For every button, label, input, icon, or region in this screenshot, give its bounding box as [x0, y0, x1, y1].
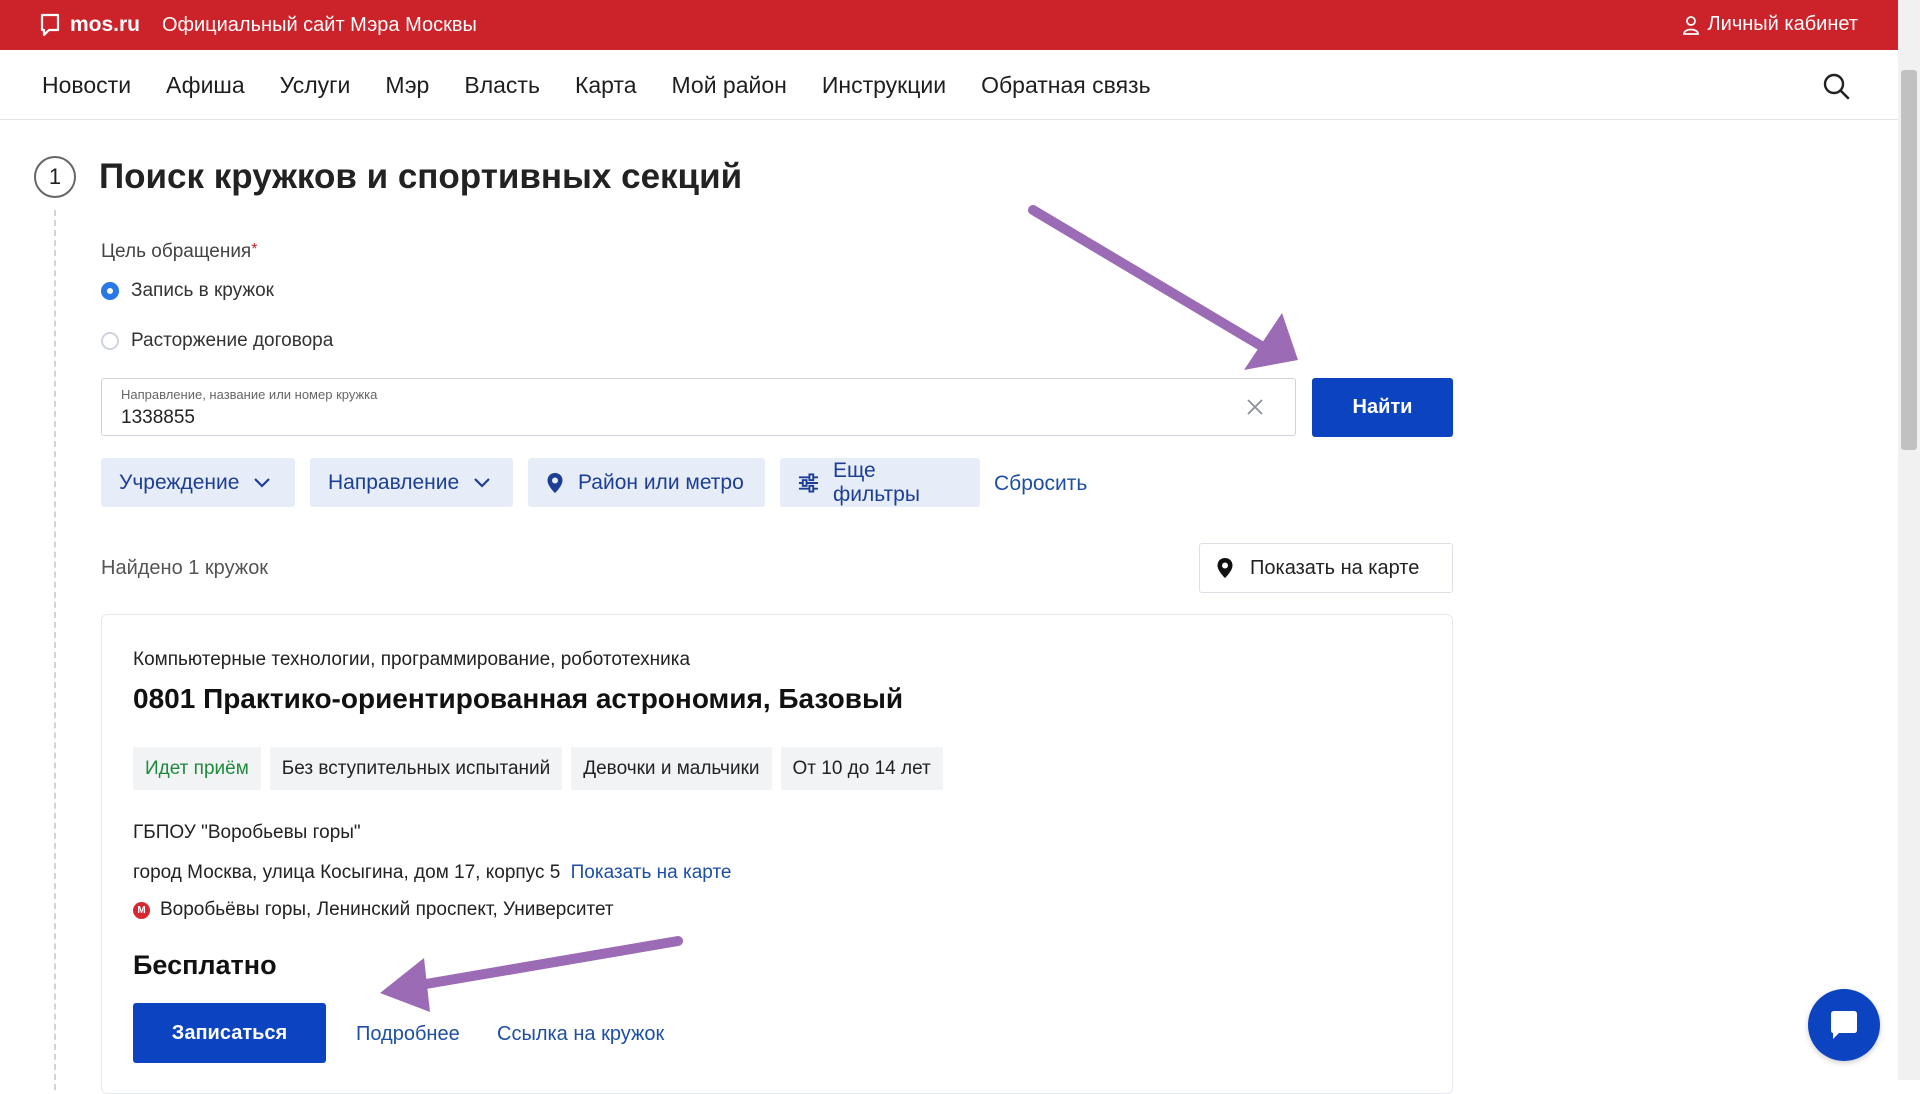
club-link[interactable]: Ссылка на кружок [497, 1023, 664, 1046]
radio-checked-icon[interactable] [101, 282, 119, 300]
details-link[interactable]: Подробнее [356, 1023, 460, 1046]
club-metro: М Воробьёвы горы, Ленинский проспект, Ун… [133, 899, 614, 921]
club-card: Компьютерные технологии, программировани… [101, 614, 1453, 1094]
nav-item-instructions[interactable]: Инструкции [822, 72, 946, 99]
filter-more-label: Еще фильтры [832, 458, 920, 506]
club-address-text: город Москва, улица Косыгина, дом 17, ко… [133, 862, 561, 883]
nav-item-afisha[interactable]: Афиша [166, 72, 245, 99]
nav-item-my-district[interactable]: Мой район [671, 72, 786, 99]
club-price: Бесплатно [133, 950, 277, 980]
club-tags: Идет приём Без вступительных испытаний Д… [133, 747, 943, 790]
filter-district-metro[interactable]: Район или метро [528, 458, 765, 507]
annotation-arrow-find [1028, 205, 1268, 352]
metro-icon: М [133, 901, 150, 919]
status-badge: Идет приём [133, 747, 261, 790]
nav-item-government[interactable]: Власть [464, 72, 540, 99]
filter-direction[interactable]: Направление [310, 458, 513, 507]
radio-terminate-label: Расторжение договора [131, 330, 334, 351]
show-on-map-label: Показать на карте [1250, 556, 1420, 579]
results-count: Найдено 1 кружок [101, 557, 269, 579]
filter-district-label: Район или метро [578, 470, 744, 494]
sliders-icon [798, 472, 819, 493]
location-pin-icon [1217, 558, 1233, 578]
club-title[interactable]: 0801 Практико-ориентированная астрономия… [133, 683, 903, 715]
tag-age: От 10 до 14 лет [780, 747, 943, 790]
radio-enroll-label: Запись в кружок [131, 280, 274, 301]
logo-icon [40, 13, 60, 37]
clear-icon[interactable] [1245, 397, 1265, 417]
search-field[interactable]: Направление, название или номер кружка [101, 378, 1296, 436]
cabinet-label: Личный кабинет [1707, 13, 1858, 35]
nav-item-mayor[interactable]: Мэр [385, 72, 429, 99]
location-pin-icon [547, 472, 563, 493]
goal-label-text: Цель обращения [101, 241, 252, 262]
search-input[interactable] [121, 407, 1121, 429]
filter-institution[interactable]: Учреждение [101, 458, 295, 507]
scrollbar[interactable] [1898, 0, 1920, 1080]
radio-enroll[interactable]: Запись в кружок [101, 280, 274, 302]
find-button[interactable]: Найти [1312, 378, 1453, 437]
show-on-map-button[interactable]: Показать на карте [1199, 543, 1453, 593]
search-field-label: Направление, название или номер кружка [121, 387, 378, 402]
personal-cabinet-link[interactable]: Личный кабинет [1682, 13, 1858, 36]
user-icon [1682, 15, 1699, 35]
filter-more[interactable]: Еще фильтры [780, 458, 980, 507]
address-map-link[interactable]: Показать на карте [571, 862, 732, 883]
annotation-arrowhead-find [1244, 313, 1298, 370]
site-title[interactable]: Официальный сайт Мэра Москвы [162, 14, 477, 37]
club-category: Компьютерные технологии, программировани… [133, 649, 691, 670]
chat-button[interactable] [1808, 989, 1880, 1061]
page-title: Поиск кружков и спортивных секций [99, 157, 743, 196]
step-divider-line [54, 210, 56, 1090]
metro-stations: Воробьёвы горы, Ленинский проспект, Унив… [160, 899, 614, 920]
club-organization: ГБПОУ "Воробьевы горы" [133, 822, 361, 843]
filter-institution-label: Учреждение [119, 470, 240, 494]
filter-direction-label: Направление [328, 470, 460, 494]
nav-item-services[interactable]: Услуги [280, 72, 351, 99]
reset-filters-link[interactable]: Сбросить [994, 472, 1087, 496]
logo-text: mos.ru [70, 13, 141, 36]
chat-icon [1831, 1011, 1857, 1039]
goal-label: Цель обращения* [101, 241, 257, 263]
nav-item-news[interactable]: Новости [42, 72, 131, 99]
enroll-button[interactable]: Записаться [133, 1003, 326, 1063]
chevron-down-icon [254, 477, 271, 488]
radio-terminate[interactable]: Расторжение договора [101, 330, 333, 352]
required-mark: * [251, 241, 258, 258]
chevron-down-icon [474, 477, 490, 488]
step-number: 1 [34, 156, 76, 198]
radio-unchecked-icon[interactable] [101, 332, 119, 350]
main-nav: Новости Афиша Услуги Мэр Власть Карта Мо… [0, 50, 1898, 120]
nav-item-feedback[interactable]: Обратная связь [981, 72, 1150, 99]
tag-no-exams: Без вступительных испытаний [269, 747, 563, 790]
search-icon[interactable] [1822, 72, 1850, 100]
top-bar: mos.ru Официальный сайт Мэра Москвы Личн… [0, 0, 1898, 50]
scrollbar-thumb[interactable] [1901, 70, 1917, 450]
tag-gender: Девочки и мальчики [571, 747, 772, 790]
nav-item-map[interactable]: Карта [575, 72, 637, 99]
logo[interactable]: mos.ru [40, 13, 140, 37]
club-address: город Москва, улица Косыгина, дом 17, ко… [133, 862, 732, 884]
